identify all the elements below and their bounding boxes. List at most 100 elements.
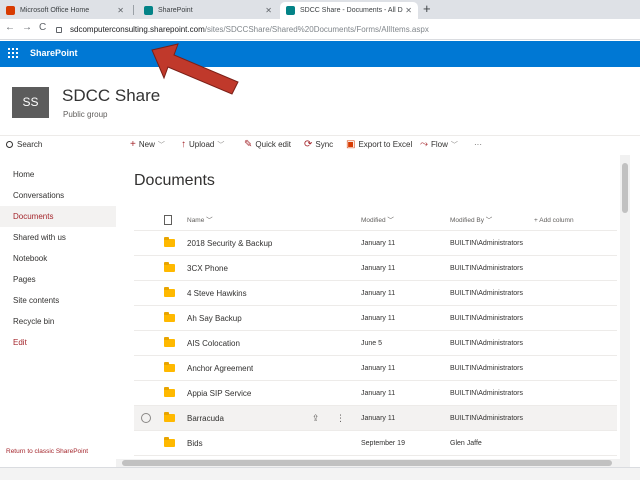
browser-tab-sharepoint[interactable]: SharePoint ✕ (138, 2, 278, 19)
site-title[interactable]: SDCC Share (62, 86, 160, 106)
close-icon[interactable]: ✕ (265, 2, 272, 19)
item-name[interactable]: Barracuda (187, 406, 224, 431)
close-icon[interactable]: ✕ (117, 2, 124, 19)
list-item[interactable]: Appia SIP Service January 11 BUILTIN\Admin… (134, 381, 617, 406)
search-box[interactable]: Search (6, 140, 42, 149)
list-item[interactable]: Ah Say Backup January 11 BUILTIN\Administr… (134, 306, 617, 331)
item-name[interactable]: Ah Say Backup (187, 306, 242, 331)
browser-toolbar: ← → C sdcomputerconsulting.sharepoint.co… (0, 19, 640, 40)
item-modified-by: BUILTIN\Administrators (450, 340, 523, 347)
folder-icon (164, 312, 175, 322)
folder-icon (164, 362, 175, 372)
forward-icon[interactable]: → (22, 22, 32, 33)
column-header-modified-by[interactable]: Modified By ﹀ (450, 211, 540, 231)
file-type-icon[interactable] (164, 215, 172, 225)
nav-item-documents[interactable]: Documents (0, 206, 116, 227)
upload-button[interactable]: ↑ Upload ﹀ (181, 137, 224, 154)
folder-icon (164, 262, 175, 272)
item-modified: January 11 (361, 265, 396, 272)
more-commands-button[interactable]: ··· (474, 137, 482, 153)
nav-item-conversations[interactable]: Conversations (0, 185, 116, 206)
browser-tab-strip: Microsoft Office Home ✕ SharePoint ✕ SDC… (0, 0, 640, 19)
item-name[interactable]: 4 Steve Hawkins (187, 281, 247, 306)
item-modified: January 11 (361, 315, 396, 322)
annotation-arrow (151, 43, 239, 95)
item-modified-by: BUILTIN\Administrators (450, 390, 523, 397)
list-item[interactable]: AIS Colocation June 5 BUILTIN\Administrato… (134, 331, 617, 356)
item-modified: June 5 (361, 340, 383, 347)
add-column-button[interactable]: + Add column (534, 211, 574, 231)
sync-button[interactable]: ⟳ Sync (304, 137, 333, 153)
share-icon[interactable]: ⇪ (312, 406, 320, 431)
list-item[interactable]: Bids September 19 Glen Jaffe (134, 431, 617, 456)
item-modified: January 11 (361, 390, 396, 397)
scrollbar-thumb[interactable] (122, 460, 612, 466)
folder-icon (164, 387, 175, 397)
nav-item-shared-with-us[interactable]: Shared with us (0, 227, 116, 248)
item-modified: January 11 (361, 240, 396, 247)
vertical-scrollbar[interactable] (620, 155, 630, 460)
nav-edit-link[interactable]: Edit (0, 332, 116, 353)
folder-icon (164, 337, 175, 347)
row-select-checkbox[interactable] (141, 413, 151, 423)
item-modified: January 11 (361, 415, 396, 422)
plus-icon: + (130, 139, 136, 150)
tab-title: SDCC Share - Documents - All D (300, 7, 403, 14)
list-item[interactable]: 4 Steve Hawkins January 11 BUILTIN\Adminis… (134, 281, 617, 306)
new-tab-icon[interactable]: + (423, 1, 431, 16)
item-name[interactable]: Appia SIP Service (187, 381, 251, 406)
browser-tab-sdcc-share[interactable]: SDCC Share - Documents - All D ✕ (280, 2, 418, 19)
nav-item-pages[interactable]: Pages (0, 269, 116, 290)
url-host: sdcomputerconsulting.sharepoint.com (70, 25, 205, 34)
column-header-name[interactable]: Name ﹀ (187, 211, 213, 231)
list-item[interactable]: Barracuda ⇪ ⋮ January 11 BUILTIN\Administrat… (134, 406, 617, 431)
new-button[interactable]: + New ﹀ (130, 137, 165, 154)
excel-icon: ▣ (346, 139, 356, 150)
document-list: Name ﹀ Modified ﹀ Modified By ﹀ + Add co… (134, 211, 617, 456)
item-name[interactable]: 3CX Phone (187, 256, 228, 281)
site-logo[interactable]: SS (12, 87, 49, 118)
export-to-excel-button[interactable]: ▣ Export to Excel (346, 137, 412, 153)
search-icon (6, 141, 13, 148)
address-bar[interactable]: sdcomputerconsulting.sharepoint.com/site… (56, 22, 636, 37)
lock-icon (56, 27, 62, 33)
list-item[interactable]: Anchor Agreement January 11 BUILTIN\Admini… (134, 356, 617, 381)
column-header-modified[interactable]: Modified ﹀ (361, 211, 394, 231)
item-name[interactable]: Bids (187, 431, 203, 456)
scrollbar-thumb[interactable] (622, 163, 628, 213)
return-to-classic-link[interactable]: Return to classic SharePoint (6, 448, 88, 455)
nav-item-recycle-bin[interactable]: Recycle bin (0, 311, 116, 332)
quick-edit-button[interactable]: ✎ Quick edit (244, 137, 291, 153)
item-modified: January 11 (361, 290, 396, 297)
nav-item-notebook[interactable]: Notebook (0, 248, 116, 269)
search-label: Search (17, 140, 43, 149)
item-name[interactable]: Anchor Agreement (187, 356, 253, 381)
item-modified-by: BUILTIN\Administrators (450, 240, 523, 247)
reload-icon[interactable]: C (39, 22, 46, 33)
folder-icon (164, 237, 175, 247)
horizontal-scrollbar[interactable] (116, 459, 630, 467)
app-launcher-icon[interactable] (8, 48, 18, 58)
item-name[interactable]: AIS Colocation (187, 331, 240, 356)
nav-item-site-contents[interactable]: Site contents (0, 290, 116, 311)
folder-icon (164, 437, 175, 447)
list-header-row: Name ﹀ Modified ﹀ Modified By ﹀ + Add co… (134, 211, 617, 231)
item-modified-by: BUILTIN\Administrators (450, 315, 523, 322)
list-item[interactable]: 3CX Phone January 11 BUILTIN\Administrator… (134, 256, 617, 281)
library-title: Documents (134, 172, 215, 189)
chevron-down-icon: ﹀ (450, 142, 458, 149)
flow-button[interactable]: ⤳ Flow ﹀ (420, 137, 458, 154)
tab-title: Microsoft Office Home (20, 7, 90, 14)
flow-label: Flow (431, 140, 448, 149)
item-modified-by: Glen Jaffe (450, 440, 482, 447)
list-item[interactable]: 2018 Security & Backup January 11 BUILTIN\… (134, 231, 617, 256)
more-actions-icon[interactable]: ⋮ (336, 406, 345, 431)
item-modified-by: BUILTIN\Administrators (450, 290, 523, 297)
sync-icon: ⟳ (304, 139, 313, 150)
close-icon[interactable]: ✕ (403, 2, 412, 19)
suite-app-name[interactable]: SharePoint (30, 48, 78, 58)
browser-tab-office-home[interactable]: Microsoft Office Home ✕ (0, 2, 130, 19)
nav-item-home[interactable]: Home (0, 164, 116, 185)
back-icon[interactable]: ← (5, 22, 15, 33)
item-name[interactable]: 2018 Security & Backup (187, 231, 272, 256)
